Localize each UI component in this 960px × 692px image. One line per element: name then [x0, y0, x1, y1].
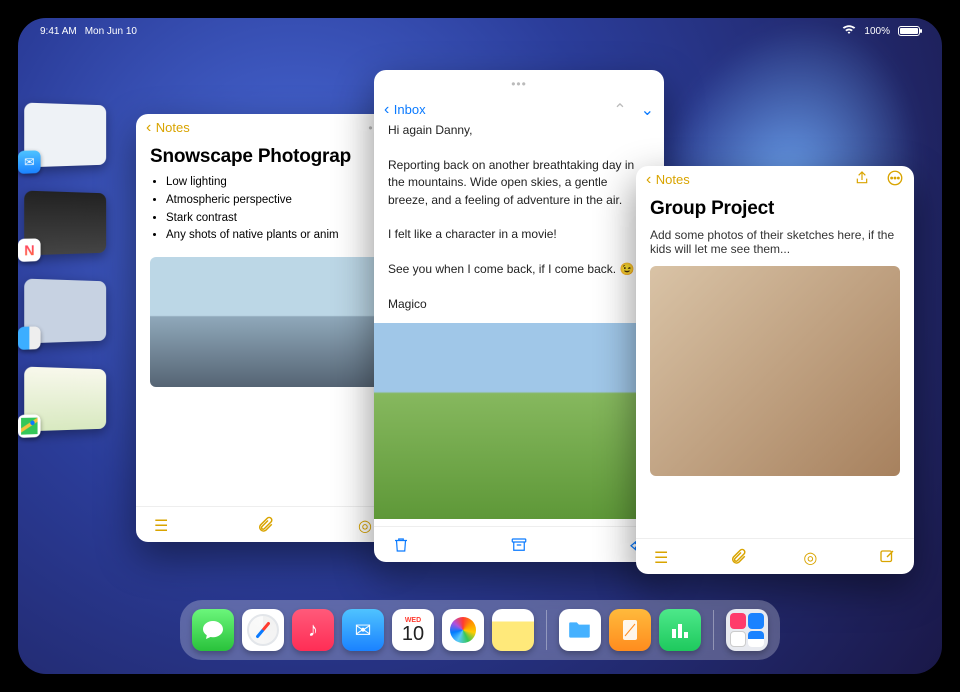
- attachment-icon[interactable]: [256, 516, 274, 534]
- status-date: Mon Jun 10: [85, 26, 137, 37]
- dock-divider: [546, 610, 547, 650]
- prev-message-icon[interactable]: ⌃: [613, 100, 626, 120]
- note-title: Group Project: [636, 194, 914, 226]
- dock: ♪ ✉︎ WED 10: [180, 600, 780, 660]
- mail-line: Magico: [388, 296, 650, 313]
- notes-app[interactable]: [492, 609, 534, 651]
- bullet-item: Low lighting: [166, 174, 380, 192]
- numbers-app[interactable]: [659, 609, 701, 651]
- status-time: 9:41 AM: [40, 26, 77, 37]
- mail-app-icon: ✉︎: [18, 150, 41, 174]
- stage-manager-strip: ✉︎ N: [24, 104, 120, 430]
- archive-icon[interactable]: [510, 536, 528, 554]
- mail-toolbar: [374, 526, 664, 562]
- mail-app[interactable]: ✉︎: [342, 609, 384, 651]
- screen: 9:41 AM Mon Jun 10 100% ✉︎ N: [18, 18, 942, 674]
- mail-window[interactable]: ••• Inbox ⌃ ⌄ Hi again Danny, Reporting …: [374, 70, 664, 562]
- recent-app-news[interactable]: N: [24, 191, 106, 256]
- pages-app[interactable]: [609, 609, 651, 651]
- files-app-icon: [18, 326, 41, 350]
- notes-back-button[interactable]: Notes: [146, 119, 190, 137]
- more-icon[interactable]: [886, 169, 904, 192]
- window-menu-icon[interactable]: •••: [511, 77, 527, 91]
- recent-app-files[interactable]: [24, 279, 106, 344]
- note-title: Snowscape Photograp: [136, 142, 394, 174]
- compose-icon[interactable]: [878, 548, 896, 566]
- dock-divider: [713, 610, 714, 650]
- bullet-item: Any shots of native plants or anim: [166, 227, 380, 245]
- mail-photo-landscape: [374, 323, 664, 519]
- mail-line: Reporting back on another breathtaking d…: [388, 157, 650, 209]
- notes-toolbar: ☰ ◎: [636, 538, 914, 574]
- notes-window-group[interactable]: Notes Group Project Add some photos of t…: [636, 166, 914, 574]
- note-bullets: Low lighting Atmospheric perspective Sta…: [136, 174, 394, 253]
- app-library[interactable]: [726, 609, 768, 651]
- safari-app[interactable]: [242, 609, 284, 651]
- share-icon[interactable]: [854, 170, 870, 191]
- recent-app-mail[interactable]: ✉︎: [24, 103, 106, 168]
- markup-icon[interactable]: ◎: [803, 548, 821, 566]
- news-app-icon: N: [18, 238, 41, 262]
- messages-app[interactable]: [192, 609, 234, 651]
- notes-back-button[interactable]: Notes: [646, 171, 690, 189]
- mail-body: Hi again Danny, Reporting back on anothe…: [374, 122, 664, 319]
- notes-toolbar: ☰ ◎: [136, 506, 394, 542]
- wifi-icon: [842, 25, 856, 38]
- ipad-frame: 9:41 AM Mon Jun 10 100% ✉︎ N: [0, 0, 960, 692]
- battery-icon: [898, 26, 920, 36]
- bullet-item: Atmospheric perspective: [166, 192, 380, 210]
- calendar-app[interactable]: WED 10: [392, 609, 434, 651]
- mail-line: Hi again Danny,: [388, 122, 650, 139]
- note-body: Add some photos of their sketches here, …: [636, 226, 914, 262]
- checklist-icon[interactable]: ☰: [154, 516, 172, 534]
- note-photo-group: [650, 266, 900, 476]
- attachment-icon[interactable]: [729, 548, 747, 566]
- music-app[interactable]: ♪: [292, 609, 334, 651]
- recent-app-maps[interactable]: [24, 367, 106, 432]
- mail-line: See you when I come back, if I come back…: [388, 261, 650, 278]
- note-photo-snow: [150, 257, 380, 387]
- files-app[interactable]: [559, 609, 601, 651]
- mail-line: I felt like a character in a movie!: [388, 226, 650, 243]
- maps-app-icon: [18, 414, 41, 438]
- status-bar: 9:41 AM Mon Jun 10 100%: [18, 22, 942, 40]
- battery-percent: 100%: [864, 26, 890, 37]
- photos-app[interactable]: [442, 609, 484, 651]
- bullet-item: Stark contrast: [166, 210, 380, 228]
- calendar-day: 10: [402, 624, 424, 644]
- trash-icon[interactable]: [392, 536, 410, 554]
- mail-back-button[interactable]: Inbox: [384, 101, 426, 119]
- next-message-icon[interactable]: ⌄: [641, 100, 654, 120]
- checklist-icon[interactable]: ☰: [654, 548, 672, 566]
- notes-window-snowscape[interactable]: Notes ••• Snowscape Photograp Low lighti…: [136, 114, 394, 542]
